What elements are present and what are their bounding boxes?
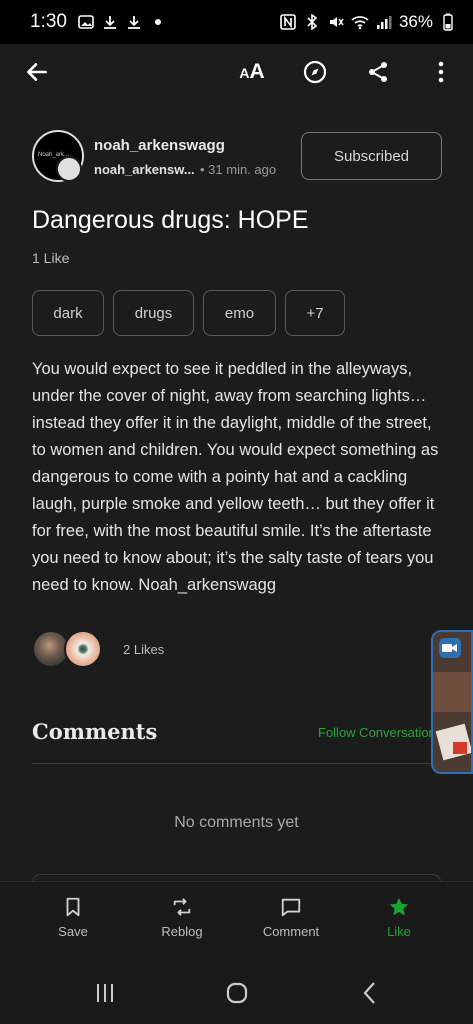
download-icon xyxy=(125,13,143,31)
divider xyxy=(32,763,441,764)
floating-video-window[interactable] xyxy=(431,630,473,774)
comment-icon xyxy=(281,898,301,917)
tag-drugs[interactable]: drugs xyxy=(113,290,194,336)
more-options-button[interactable] xyxy=(421,52,461,92)
liker-avatar xyxy=(64,630,102,668)
arrow-left-icon xyxy=(27,63,47,81)
star-icon xyxy=(389,897,409,916)
chevron-left-icon xyxy=(363,982,375,1004)
compass-icon xyxy=(303,60,327,84)
download-icon xyxy=(101,13,119,31)
status-time: 1:30 xyxy=(30,11,67,32)
tag-dark[interactable]: dark xyxy=(32,290,104,336)
video-camera-icon xyxy=(439,638,461,658)
dot-icon xyxy=(149,13,167,31)
explore-button[interactable] xyxy=(295,52,335,92)
post-action-bar: Save Reblog Comment Like xyxy=(0,881,473,961)
reblog-icon xyxy=(173,898,191,916)
back-button[interactable] xyxy=(17,52,57,92)
battery-icon xyxy=(439,13,457,31)
reblog-button[interactable]: Reblog xyxy=(137,896,227,939)
likers-row[interactable]: 2 Likes xyxy=(32,630,232,670)
post-likes-line[interactable]: 1 Like xyxy=(32,250,69,266)
text-size-icon: AA xyxy=(239,60,265,83)
mute-icon xyxy=(327,13,345,31)
share-button[interactable] xyxy=(358,52,398,92)
post-title: Dangerous drugs: HOPE xyxy=(32,206,309,234)
author-header: Noah_ark... noah_arkenswagg noah_arkensw… xyxy=(32,130,452,186)
recent-apps-icon xyxy=(97,984,113,1002)
no-comments-text: No comments yet xyxy=(174,814,299,831)
system-nav-bar xyxy=(0,961,473,1024)
likes-count: 2 Likes xyxy=(123,642,165,657)
subscribed-button[interactable]: Subscribed xyxy=(301,132,442,180)
author-name[interactable]: noah_arkenswagg xyxy=(94,137,225,154)
follow-conversation-link[interactable]: Follow Conversation xyxy=(318,725,438,740)
wifi-icon xyxy=(351,13,369,31)
tag-list: dark drugs emo +7 xyxy=(32,290,345,336)
save-button[interactable]: Save xyxy=(28,896,118,939)
top-toolbar: AA xyxy=(0,44,473,100)
battery-percent: 36% xyxy=(398,12,433,31)
recent-apps-button[interactable] xyxy=(85,979,125,1007)
bookmark-icon xyxy=(66,897,80,917)
comments-heading: Comments xyxy=(32,719,158,744)
signal-icon xyxy=(375,13,393,31)
bluetooth-icon xyxy=(303,13,321,31)
text-size-button[interactable]: AA xyxy=(232,52,272,92)
comment-button[interactable]: Comment xyxy=(246,896,336,939)
like-button[interactable]: Like xyxy=(354,896,444,939)
status-bar: 1:30 36% xyxy=(0,0,473,44)
secondary-avatar xyxy=(56,156,82,182)
post-body: You would expect to see it peddled in th… xyxy=(32,360,439,594)
share-icon xyxy=(369,62,387,82)
home-icon xyxy=(226,982,248,1004)
author-handle[interactable]: noah_arkensw... xyxy=(94,162,195,177)
post-time: • 31 min. ago xyxy=(200,162,277,177)
home-button[interactable] xyxy=(217,979,257,1007)
more-vertical-icon xyxy=(438,61,444,83)
nfc-icon xyxy=(279,13,297,31)
image-icon xyxy=(77,13,95,31)
tag-more[interactable]: +7 xyxy=(285,290,345,336)
tag-emo[interactable]: emo xyxy=(203,290,276,336)
back-nav-button[interactable] xyxy=(350,979,390,1007)
